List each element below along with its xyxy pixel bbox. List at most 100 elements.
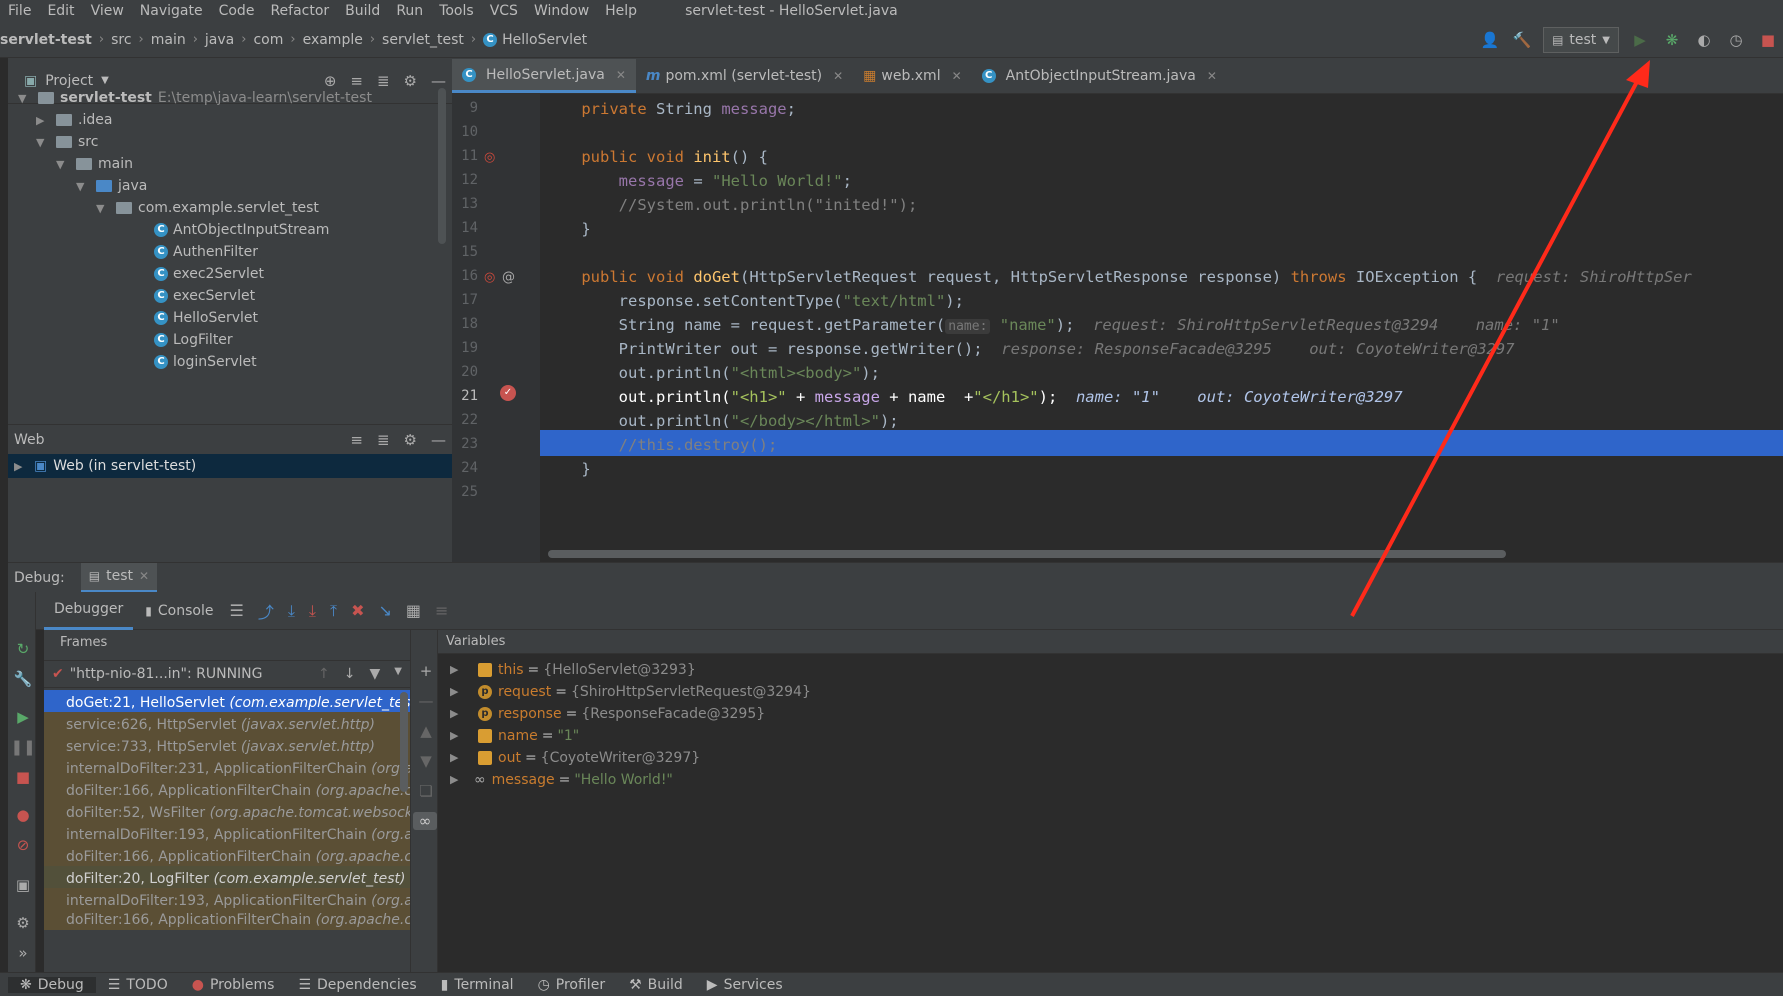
tab-pom[interactable]: m pom.xml (servlet-test) ✕	[636, 59, 853, 93]
breadcrumb-example[interactable]: example	[303, 32, 363, 48]
variable-item[interactable]: ▶ ∞ message = "Hello World!"	[450, 767, 673, 792]
statusbar-dependencies[interactable]: ☰ Dependencies	[286, 977, 428, 993]
drop-frame-icon[interactable]: ✖	[351, 601, 364, 620]
chevron-right-icon[interactable]: ▶	[36, 114, 48, 127]
tab-antobjectinputstream[interactable]: C AntObjectInputStream.java ✕	[972, 59, 1227, 93]
step-out-icon[interactable]: ⤒	[330, 601, 337, 621]
tree-item-package[interactable]: ▼ com.example.servlet_test	[96, 197, 319, 219]
chevron-right-icon[interactable]: ▶	[450, 751, 462, 764]
statusbar-build[interactable]: ⚒ Build	[617, 977, 695, 993]
rerun-icon[interactable]: ↻	[14, 640, 32, 658]
remove-watch-icon[interactable]: —	[417, 692, 435, 710]
menu-help[interactable]: Help	[597, 3, 645, 19]
profile-icon[interactable]: ◷	[1725, 29, 1747, 51]
tab-console[interactable]: ▮ Console	[133, 603, 225, 619]
add-watch-icon[interactable]: +	[417, 662, 435, 680]
horizontal-scrollbar[interactable]	[548, 550, 1506, 558]
gear-icon[interactable]: ⚙	[404, 72, 417, 90]
view-breakpoints-icon[interactable]: ●	[14, 806, 32, 824]
menu-code[interactable]: Code	[211, 3, 263, 19]
menu-view[interactable]: View	[83, 3, 132, 19]
chevron-right-icon[interactable]: ▶	[14, 460, 26, 473]
tree-item-src[interactable]: ▼ src	[36, 131, 98, 153]
override-marker-icon[interactable]: ◎	[484, 150, 495, 165]
user-icon[interactable]: 👤	[1479, 29, 1501, 51]
chevron-down-icon[interactable]: ▼	[394, 666, 402, 682]
menu-run[interactable]: Run	[388, 3, 431, 19]
statusbar-services[interactable]: ▶ Services	[695, 977, 795, 993]
filter-icon[interactable]: ▼	[370, 666, 381, 682]
statusbar-debug[interactable]: ❋ Debug	[8, 976, 96, 993]
step-into-icon[interactable]: ⤓	[288, 601, 295, 621]
collapse-all-icon[interactable]: ≣	[377, 72, 390, 90]
mute-breakpoints-icon[interactable]: ⊘	[14, 836, 32, 854]
coverage-icon[interactable]: ◐	[1693, 29, 1715, 51]
stop-icon[interactable]: ■	[14, 768, 32, 786]
minimize-icon[interactable]: —	[431, 72, 446, 90]
tab-helloservlet[interactable]: C HelloServlet.java ✕	[452, 59, 636, 93]
wrench-icon[interactable]: 🔧	[14, 670, 33, 688]
annotation-at-icon[interactable]: @	[502, 270, 515, 285]
tree-class-item[interactable]: C AntObjectInputStream	[154, 219, 329, 241]
tree-item-idea[interactable]: ▶ .idea	[36, 109, 112, 131]
gear-icon[interactable]: ⚙	[14, 914, 32, 932]
breakpoint-icon[interactable]: ✓	[500, 385, 516, 401]
chevron-down-icon[interactable]: ▼	[56, 158, 68, 171]
copy-icon[interactable]: ❏	[417, 782, 435, 800]
breadcrumb-package[interactable]: servlet_test	[382, 32, 464, 48]
chevron-down-icon[interactable]: ▼	[101, 75, 109, 86]
tree-item-java[interactable]: ▼ java	[76, 175, 147, 197]
tree-class-item[interactable]: C HelloServlet	[154, 307, 258, 329]
move-down-icon[interactable]: ▼	[417, 752, 435, 770]
thread-selector[interactable]: ✔ "http-nio-81...in": RUNNING ↑ ↓ ▼ ▼	[44, 660, 410, 688]
scrollbar[interactable]	[400, 692, 408, 792]
web-tree-item[interactable]: ▶ ▣ Web (in servlet-test)	[8, 454, 452, 478]
close-icon[interactable]: ✕	[1207, 69, 1217, 83]
override-marker-icon[interactable]: ◎	[484, 270, 495, 285]
collapse-all-icon[interactable]: ≣	[377, 431, 390, 449]
move-up-icon[interactable]: ▲	[417, 722, 435, 740]
run-to-cursor-icon[interactable]: ↘	[378, 601, 391, 620]
chevron-right-icon[interactable]: ▶	[450, 773, 462, 786]
gear-icon[interactable]: ⚙	[404, 431, 417, 449]
menu-edit[interactable]: Edit	[39, 3, 82, 19]
watches-glasses-icon[interactable]: ∞	[413, 812, 437, 830]
more-icon[interactable]: »	[14, 944, 32, 962]
tree-class-item[interactable]: CexecServlet	[154, 285, 255, 307]
menu-refactor[interactable]: Refactor	[262, 3, 337, 19]
tree-item-main[interactable]: ▼ main	[56, 153, 133, 175]
chevron-right-icon[interactable]: ▶	[450, 707, 462, 720]
menu-vcs[interactable]: VCS	[482, 3, 526, 19]
statusbar-terminal[interactable]: ▮ Terminal	[429, 977, 526, 993]
expand-all-icon[interactable]: ≡	[350, 431, 363, 449]
stop-icon[interactable]: ■	[1757, 29, 1779, 51]
run-config-select[interactable]: ▤ test ▼	[1543, 27, 1619, 53]
tree-class-item[interactable]: Cexec2Servlet	[154, 263, 264, 285]
camera-icon[interactable]: ▣	[14, 876, 32, 894]
close-icon[interactable]: ✕	[139, 569, 149, 583]
breadcrumb-project[interactable]: servlet-test	[0, 32, 92, 48]
tree-root[interactable]: ▼ servlet-test E:\temp\java-learn\servle…	[18, 87, 372, 109]
minimize-icon[interactable]: —	[431, 431, 446, 449]
resume-icon[interactable]: ▶	[14, 708, 32, 726]
frame-item[interactable]: doFilter:166, ApplicationFilterChain (or…	[44, 910, 410, 930]
tab-webxml[interactable]: ▦ web.xml ✕	[853, 59, 972, 93]
pause-icon[interactable]: ❚❚	[10, 738, 35, 756]
statusbar-problems[interactable]: ● Problems	[180, 977, 287, 993]
chevron-right-icon[interactable]: ▶	[450, 663, 462, 676]
chevron-down-icon[interactable]: ▼	[96, 202, 108, 215]
arrow-up-icon[interactable]: ↑	[318, 666, 330, 682]
breadcrumb-src[interactable]: src	[111, 32, 131, 48]
breadcrumb-class[interactable]: HelloServlet	[502, 32, 587, 48]
breadcrumb-java[interactable]: java	[205, 32, 234, 48]
build-hammer-icon[interactable]: 🔨	[1511, 29, 1533, 51]
chevron-down-icon[interactable]: ▼	[18, 92, 30, 105]
chevron-down-icon[interactable]: ▼	[76, 180, 88, 193]
close-icon[interactable]: ✕	[616, 68, 626, 82]
debug-bug-icon[interactable]: ❋	[1661, 29, 1683, 51]
breadcrumb-main[interactable]: main	[151, 32, 186, 48]
menu-tools[interactable]: Tools	[431, 3, 482, 19]
debug-session-tab[interactable]: ▤ test ✕	[80, 562, 158, 593]
chevron-right-icon[interactable]: ▶	[450, 685, 462, 698]
menu-build[interactable]: Build	[337, 3, 388, 19]
